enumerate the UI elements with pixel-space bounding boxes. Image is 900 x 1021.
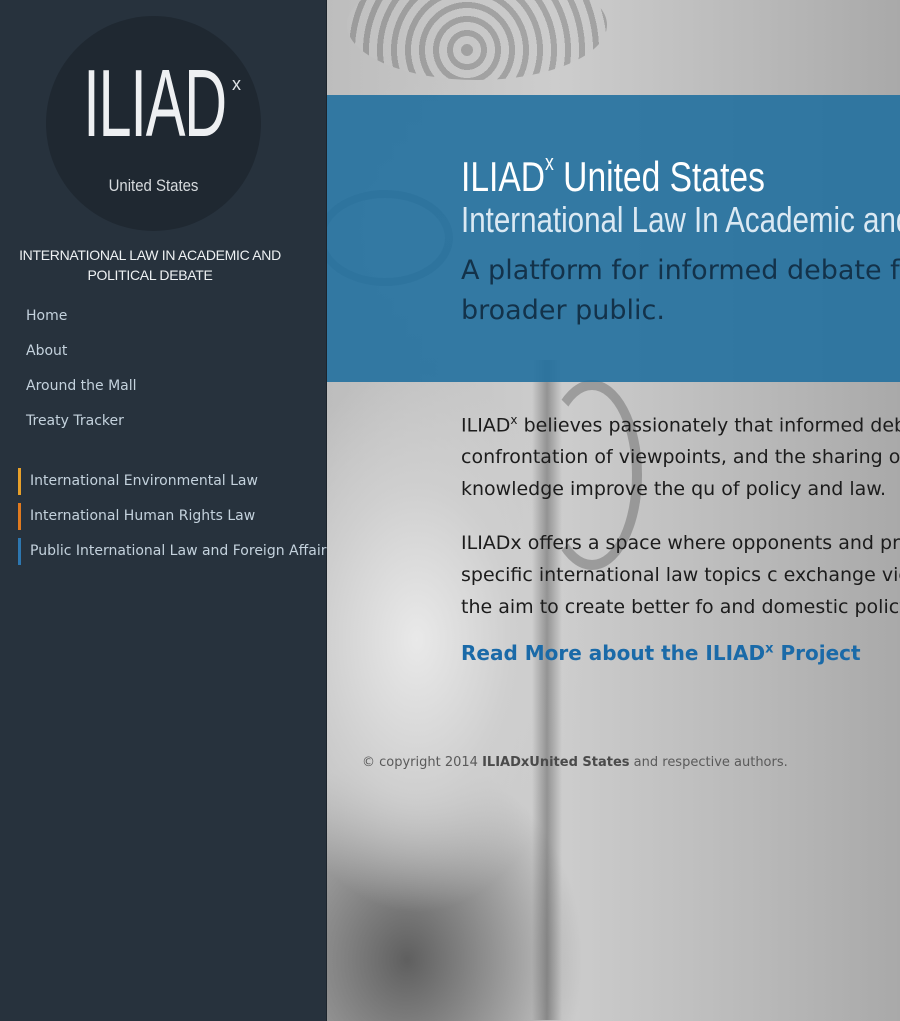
banner-title-sup: x xyxy=(545,150,554,175)
subject-color-bar xyxy=(18,468,21,495)
para1-sup: x xyxy=(510,413,518,427)
intro-paragraph-2: ILIADx offers a space where opponents an… xyxy=(461,532,900,619)
read-more-text: Read More about the ILIAD xyxy=(461,641,766,666)
subject-color-bar xyxy=(18,538,21,565)
subject-public-international-law[interactable]: Public International Law and Foreign Aff… xyxy=(18,537,334,566)
subject-list: International Environmental Law Internat… xyxy=(18,467,334,572)
read-more-suffix: Project xyxy=(773,641,861,666)
banner-description: A platform for informed debate fo broade… xyxy=(461,255,900,326)
logo-superscript: x xyxy=(232,74,241,94)
nav-treaty-tracker[interactable]: Treaty Tracker xyxy=(26,408,137,443)
footer-suffix: and respective authors. xyxy=(629,755,788,770)
subject-human-rights-law[interactable]: International Human Rights Law xyxy=(18,502,334,531)
read-more-sup: x xyxy=(765,641,774,657)
site-logo[interactable]: ILIAD x United States xyxy=(46,16,261,231)
para1-body: believes passionately that informed deba… xyxy=(461,414,900,501)
site-tagline: INTERNATIONAL LAW IN ACADEMIC AND POLITI… xyxy=(19,247,281,283)
footer-copyright: © copyright 2014 ILIADxUnited States and… xyxy=(362,755,788,770)
main-nav: Home About Around the Mall Treaty Tracke… xyxy=(26,303,137,443)
subject-color-bar xyxy=(18,503,21,530)
banner-subtitle: International Law In Academic and xyxy=(461,199,900,240)
subject-label: International Environmental Law xyxy=(30,473,258,489)
subject-label: Public International Law and Foreign Aff… xyxy=(30,543,334,559)
subject-label: International Human Rights Law xyxy=(30,508,256,524)
read-more-link[interactable]: Read More about the ILIADx Project xyxy=(461,641,861,665)
logo-wordmark: ILIAD xyxy=(83,50,227,157)
nav-around-the-mall[interactable]: Around the Mall xyxy=(26,373,137,408)
para1-brand: ILIAD xyxy=(461,414,511,437)
sidebar: ILIAD x United States INTERNATIONAL LAW … xyxy=(0,0,334,1021)
logo-subtitle: United States xyxy=(108,176,199,195)
nav-home[interactable]: Home xyxy=(26,303,137,338)
banner-title: ILIADx United States xyxy=(461,145,765,201)
intro-paragraph-1: ILIADx believes passionately that inform… xyxy=(461,404,900,505)
main-content: ILIADx United States International Law I… xyxy=(327,0,900,1021)
footer-site-name: ILIADxUnited States xyxy=(482,755,630,770)
intro-text: ILIADx believes passionately that inform… xyxy=(461,404,900,665)
nav-about[interactable]: About xyxy=(26,338,137,373)
subject-environmental-law[interactable]: International Environmental Law xyxy=(18,467,334,496)
banner-title-main: ILIAD xyxy=(461,153,546,200)
background-statue-hair xyxy=(347,0,607,80)
hero-banner: ILIADx United States International Law I… xyxy=(327,95,900,382)
footer-prefix: © copyright 2014 xyxy=(362,755,483,770)
banner-title-rest: United States xyxy=(553,153,765,200)
